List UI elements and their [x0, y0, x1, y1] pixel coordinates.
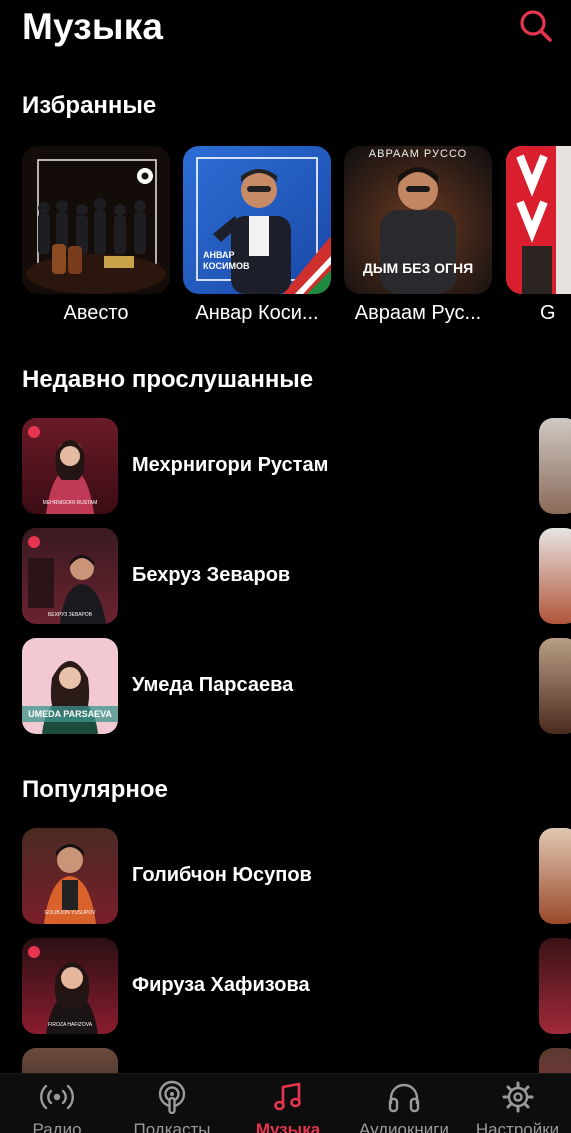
bottom-tab-bar: Радио Подкасты Музыка Аудиокниги Настрой…	[0, 1073, 571, 1133]
next-cover-peek	[539, 528, 571, 624]
page-title: Музыка	[22, 6, 164, 47]
cover-caption: FIROZA HAFIZOVA	[47, 1022, 93, 1028]
list-item[interactable]: БЕХРУЗ ЗЕВАРОВ Бехруз Зеваров	[0, 528, 571, 624]
cover-caption: MEHRNIGORI RUSTAM	[42, 500, 98, 506]
cover-image: GOLIBJON YUSUPOV	[22, 828, 118, 924]
tab-audiobooks[interactable]: Аудиокниги	[348, 1074, 460, 1133]
next-cover-peek	[539, 418, 571, 514]
next-cover-peek	[539, 938, 571, 1034]
favorite-item-label: Авесто	[63, 302, 129, 324]
cover-image	[506, 146, 571, 294]
cover-bottom-caption: ДЫМ БЕЗ ОГНЯ	[362, 260, 474, 276]
tab-radio[interactable]: Радио	[2, 1074, 112, 1133]
list-item-label: Умеда Парсаева	[132, 674, 294, 696]
list-item[interactable]: UMEDA PARSAEVA Умеда Парсаева	[0, 638, 571, 734]
next-cover-peek	[539, 638, 571, 734]
radio-icon	[40, 1084, 74, 1110]
cover-caption: UMEDA PARSAEVA	[28, 709, 112, 719]
tab-label: Радио	[32, 1120, 82, 1133]
cover-image	[22, 146, 170, 294]
recent-section-title: Недавно прослушанные	[22, 366, 314, 393]
cover-image: БЕХРУЗ ЗЕВАРОВ	[22, 528, 118, 624]
headphones-icon	[388, 1083, 420, 1113]
favorite-item-label: Авраам Рус...	[354, 302, 482, 324]
favorites-carousel[interactable]: Авесто АНВАР КОСИМОВ Анвар Коси... АВРАА…	[0, 146, 571, 336]
cover-image: MEHRNIGORI RUSTAM	[22, 418, 118, 514]
search-icon	[520, 10, 552, 42]
list-item-label: Мехрнигори Рустам	[132, 454, 329, 476]
cover-image: АВРААМ РУССО ДЫМ БЕЗ ОГНЯ	[344, 146, 492, 294]
search-button[interactable]	[518, 8, 554, 44]
cover-image: UMEDA PARSAEVA	[22, 638, 118, 734]
podcast-icon	[158, 1080, 186, 1114]
cover-caption: GOLIBJON YUSUPOV	[44, 910, 96, 916]
cover-caption: БЕХРУЗ ЗЕВАРОВ	[48, 612, 92, 618]
next-cover-peek	[539, 828, 571, 924]
favorite-item-label: G	[540, 302, 556, 324]
list-item[interactable]: FIROZA HAFIZOVA Фируза Хафизова	[0, 938, 571, 1034]
list-item[interactable]: GOLIBJON YUSUPOV Голибчон Юсупов	[0, 828, 571, 924]
tab-podcasts[interactable]: Подкасты	[116, 1074, 228, 1133]
cover-caption: АНВАР КОСИМОВ	[203, 250, 250, 271]
gear-icon	[502, 1081, 533, 1113]
list-item-label: Голибчон Юсупов	[132, 864, 312, 886]
favorite-item[interactable]: Авесто	[22, 146, 170, 325]
favorite-item-label: Анвар Коси...	[195, 302, 319, 324]
header: Музыка	[0, 0, 571, 60]
tab-label: Настройки	[475, 1120, 560, 1133]
list-item-label: Бехруз Зеваров	[132, 564, 291, 586]
favorite-item[interactable]: G	[506, 146, 571, 325]
cover-image: АНВАР КОСИМОВ	[183, 146, 331, 294]
cover-top-caption: АВРААМ РУССО	[368, 148, 468, 160]
tab-label: Подкасты	[133, 1120, 211, 1133]
cover-image: FIROZA HAFIZOVA	[22, 938, 118, 1034]
favorite-item[interactable]: АНВАР КОСИМОВ Анвар Коси...	[183, 146, 331, 325]
favorite-item[interactable]: АВРААМ РУССО ДЫМ БЕЗ ОГНЯ Авраам Рус...	[344, 146, 492, 325]
tab-label: Аудиокниги	[359, 1120, 449, 1133]
popular-section-title: Популярное	[22, 776, 168, 803]
tab-settings[interactable]: Настройки	[464, 1074, 571, 1133]
music-note-icon	[274, 1082, 301, 1111]
favorites-section-title: Избранные	[22, 92, 157, 119]
tab-music[interactable]: Музыка	[232, 1074, 344, 1133]
tab-label: Музыка	[255, 1120, 321, 1133]
list-item-label: Фируза Хафизова	[132, 974, 310, 996]
list-item[interactable]: MEHRNIGORI RUSTAM Мехрнигори Рустам	[0, 418, 571, 514]
